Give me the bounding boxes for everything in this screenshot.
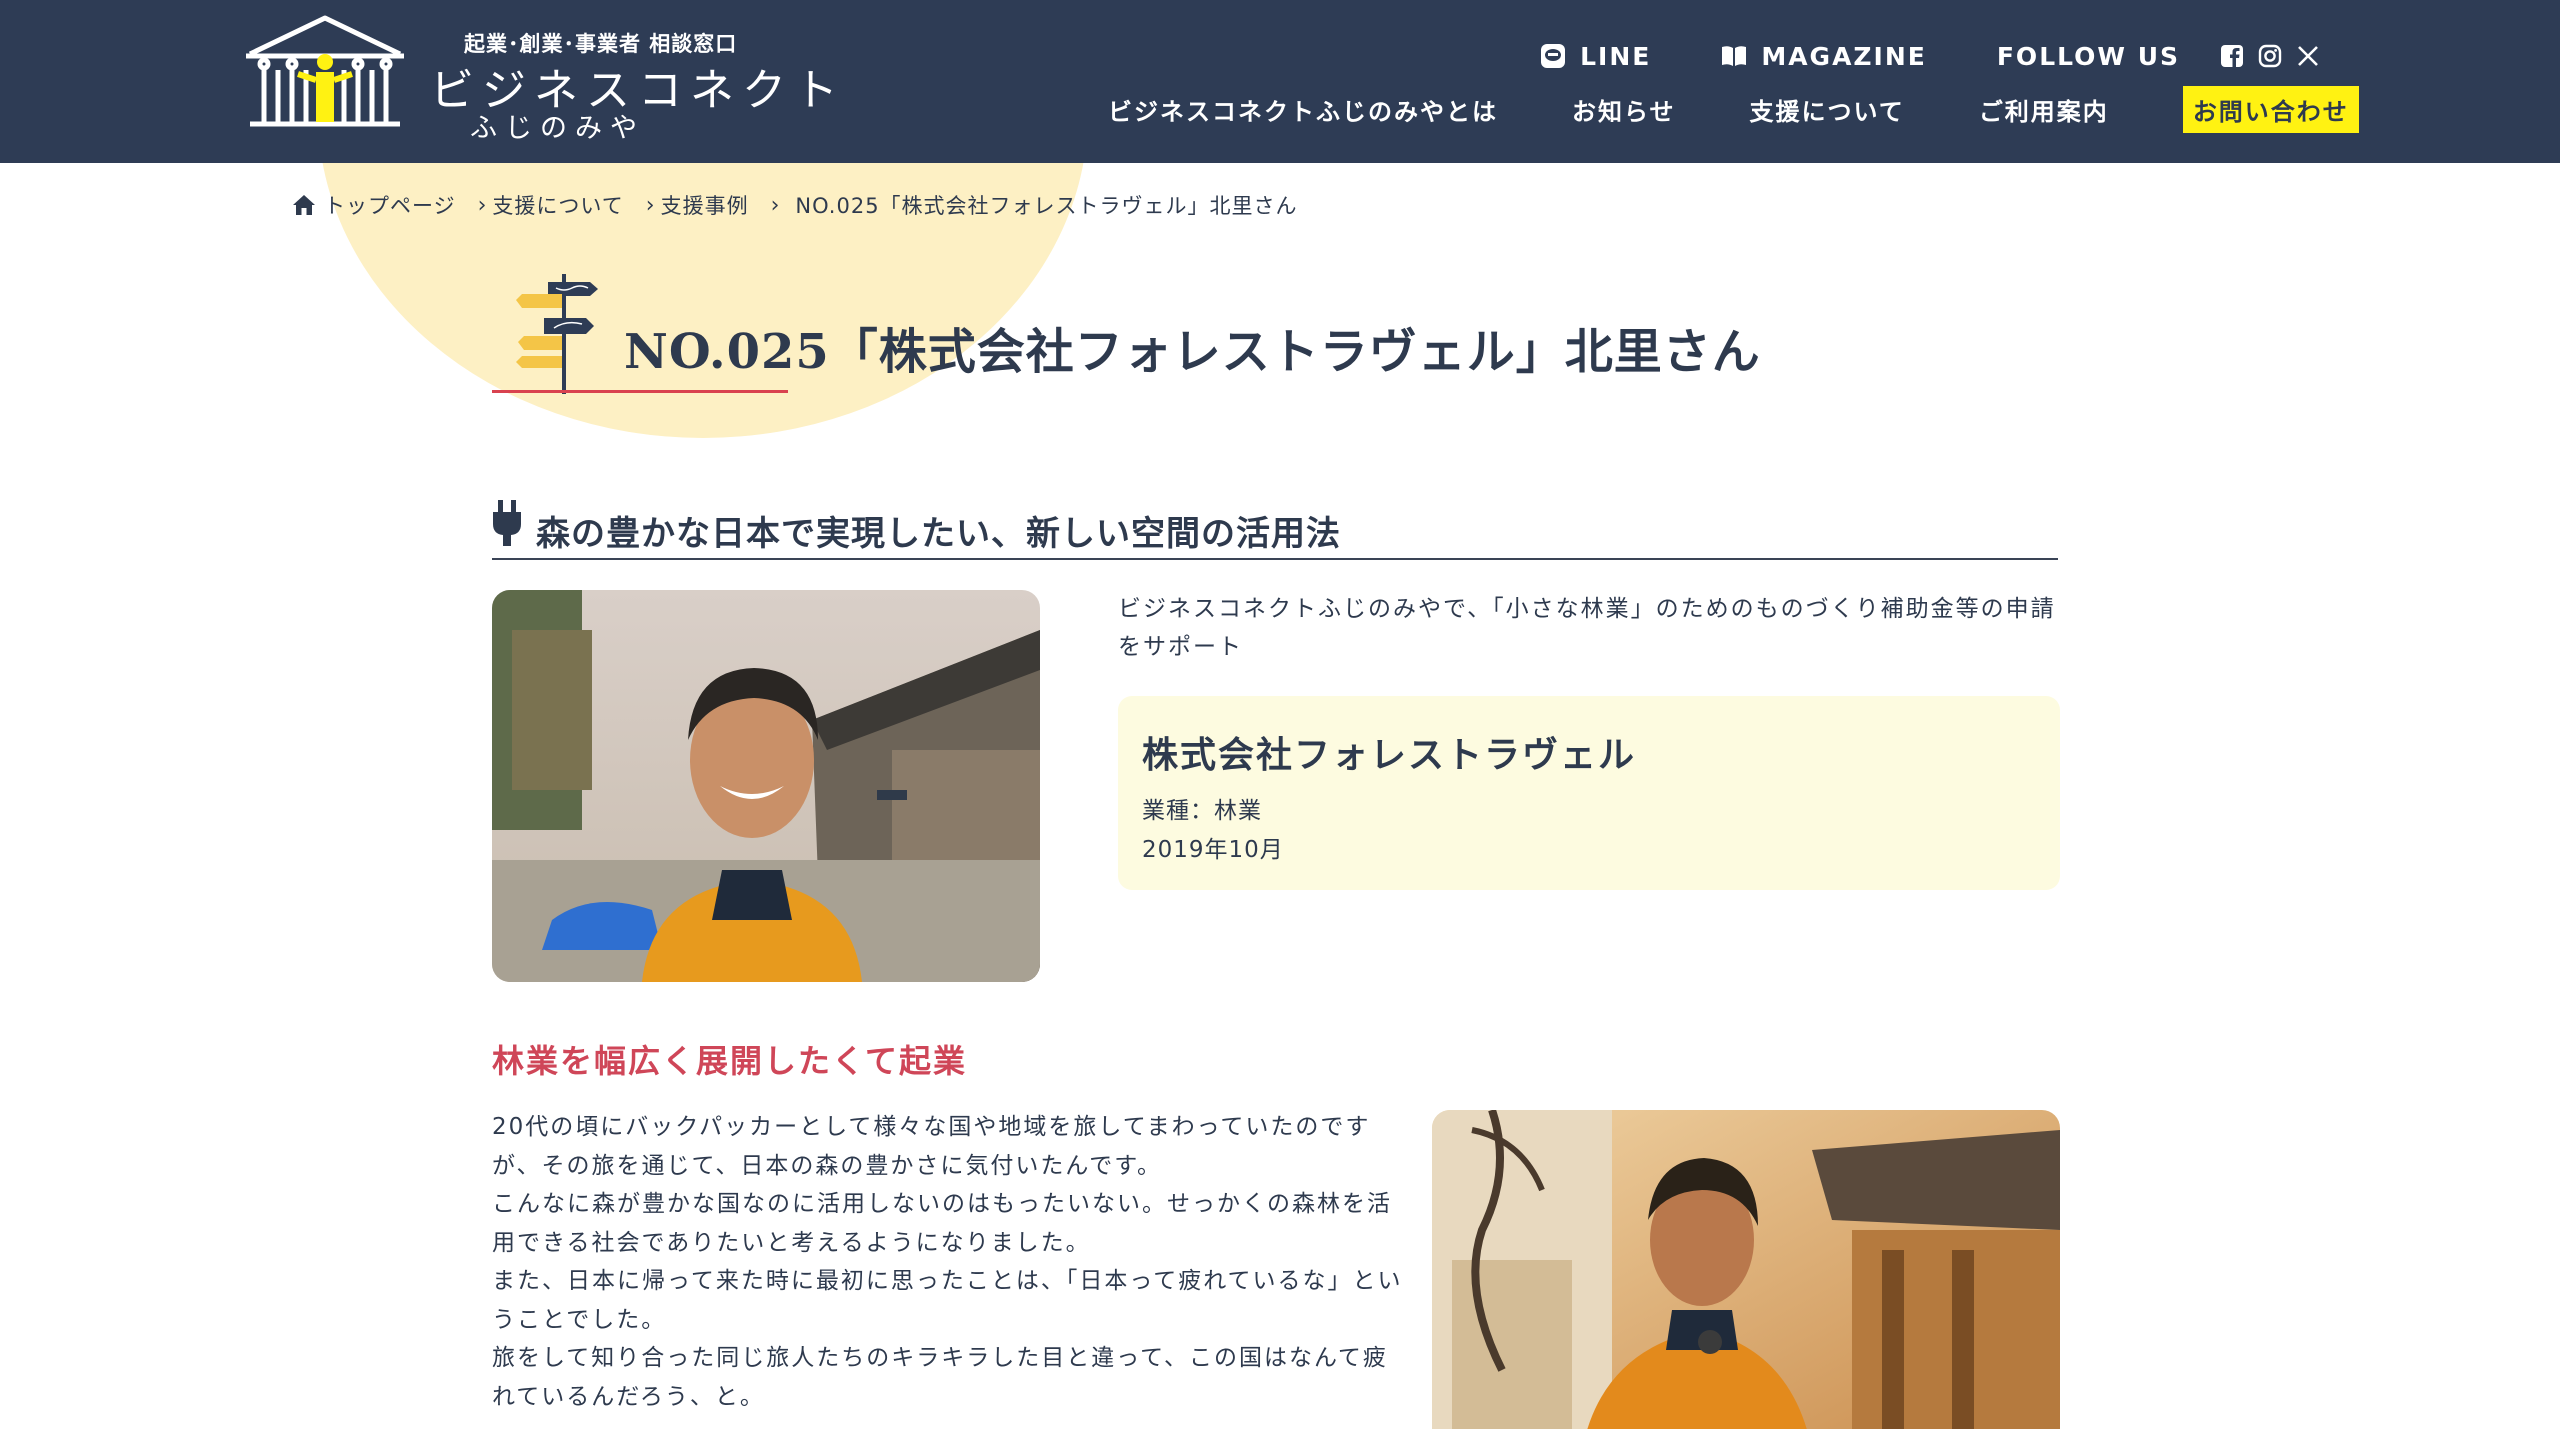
book-icon [1722, 46, 1747, 66]
magazine-link-label: MAGAZINE [1761, 41, 1927, 71]
nav-news[interactable]: お知らせ [1572, 92, 1676, 127]
company-date: 2019年10月 [1142, 837, 1284, 863]
x-icon [2298, 46, 2318, 66]
story-paragraph: 20代の頃にバックパッカーとして様々な国や地域を旅してまわっていたのですが、その… [492, 1114, 1371, 1179]
nav-guide[interactable]: ご利用案内 [1979, 92, 2109, 127]
chevron-right-icon: › [477, 192, 487, 218]
page-title: NO.025「株式会社フォレストラヴェル」北里さん [624, 324, 1761, 380]
breadcrumb-current: NO.025「株式会社フォレストラヴェル」北里さん [795, 194, 1298, 218]
story-text: 20代の頃にバックパッカーとして様々な国や地域を旅してまわっていたのですが、その… [492, 1108, 1412, 1416]
portrait-photo [492, 590, 1040, 982]
title-underline [492, 390, 788, 393]
home-icon [293, 195, 315, 215]
section-title: 森の豊かな日本で実現したい、新しい空間の活用法 [536, 514, 1341, 554]
header-top-links: LINE MAGAZINE FOLLOW US [1470, 38, 2320, 74]
facebook-link[interactable] [2220, 44, 2244, 68]
instagram-link[interactable] [2258, 44, 2282, 68]
workshop-photo [1432, 1110, 2060, 1429]
follow-us-label: FOLLOW US [1996, 41, 2180, 71]
chevron-right-icon: › [645, 192, 655, 218]
magazine-link[interactable]: MAGAZINE [1721, 42, 1927, 71]
plug-icon [493, 500, 521, 546]
x-link[interactable] [2296, 44, 2320, 68]
site-logo[interactable]: 起業･創業･事業者 相談窓口 ビジネスコネクト ふじのみや [236, 14, 838, 144]
intro-text: ビジネスコネクトふじのみやで、「小さな林業」のためのものづくり補助金等の申請をサ… [1118, 596, 2056, 660]
story-paragraph: また、日本に帰って来た時に最初に思ったことは、「日本って疲れているな」ということ… [492, 1268, 1403, 1333]
company-name: 株式会社フォレストラヴェル [1142, 735, 1637, 776]
line-link-label: LINE [1580, 41, 1652, 71]
line-link[interactable]: LINE [1540, 42, 1651, 71]
instagram-icon [2258, 44, 2282, 68]
logo-building-icon [246, 15, 404, 127]
sub-heading: 林業を幅広く展開したくて起業 [492, 1042, 968, 1080]
nav-support[interactable]: 支援について [1750, 92, 1905, 127]
site-header: 起業･創業･事業者 相談窓口 ビジネスコネクト ふじのみや LINE MAGAZ… [0, 0, 2560, 163]
company-industry: 業種：林業 [1142, 798, 1262, 824]
breadcrumb-support[interactable]: 支援について [492, 190, 623, 220]
chevron-right-icon: › [770, 192, 780, 218]
workshop-illustration [1432, 1110, 2060, 1429]
breadcrumb-cases[interactable]: 支援事例 [661, 190, 749, 220]
nav-contact-button[interactable]: お問い合わせ [2182, 85, 2359, 133]
story-paragraph: 旅をして知り合った同じ旅人たちのキラキラした目と違って、この国はなんて疲れている… [492, 1345, 1388, 1410]
company-meta: 業種：林業 2019年10月 [1142, 792, 1284, 870]
breadcrumb-home-label: トップページ [324, 194, 456, 218]
logo-sub: ふじのみや [470, 113, 645, 144]
signpost-icon [516, 274, 598, 394]
nav-about[interactable]: ビジネスコネクトふじのみやとは [1108, 92, 1498, 127]
breadcrumb: トップページ › 支援について › 支援事例 › NO.025「株式会社フォレス… [292, 190, 1298, 220]
story-paragraph: こんなに森が豊かな国なのに活用しないのはもったいない。せっかくの森林を活用できる… [492, 1191, 1392, 1256]
facebook-icon [2221, 45, 2243, 67]
social-links [2206, 44, 2320, 68]
breadcrumb-home[interactable]: トップページ [292, 190, 456, 220]
company-card: 株式会社フォレストラヴェル 業種：林業 2019年10月 [1118, 696, 2060, 890]
main-nav: ビジネスコネクトふじのみやとは お知らせ 支援について ご利用案内 お問い合わせ [1108, 85, 2359, 133]
line-icon [1541, 44, 1566, 68]
portrait-illustration [492, 590, 1040, 982]
section-heading: 森の豊かな日本で実現したい、新しい空間の活用法 [492, 498, 2058, 560]
